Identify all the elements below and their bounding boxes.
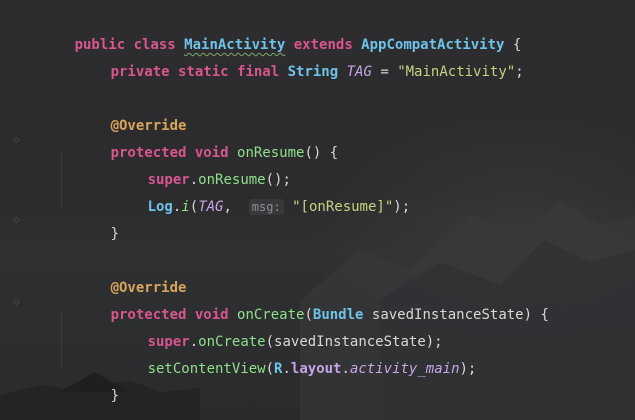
code-line-close-brace[interactable]: } (60, 369, 119, 404)
punctuation-token: ); (459, 361, 477, 377)
code-line-annotation[interactable]: @Override (60, 99, 187, 134)
code-line-method-onresume[interactable]: protected void onResume() { (60, 126, 339, 161)
class-name-token[interactable]: String (288, 64, 339, 80)
string-literal-token: "[onResume]" (292, 199, 394, 215)
field-token[interactable]: TAG (198, 199, 223, 215)
code-line-class-declaration[interactable]: public class MainActivity extends AppCom… (24, 18, 522, 53)
field-token[interactable]: layout (291, 361, 342, 377)
field-token[interactable]: TAG (347, 64, 372, 80)
fold-marker-icon[interactable]: ◇ (13, 295, 20, 309)
parameter-hint: msg: (248, 199, 284, 215)
method-call-token[interactable]: i (181, 199, 189, 215)
punctuation-token: , (223, 199, 249, 215)
keyword-token: private static final (110, 64, 288, 80)
punctuation-token: ( (189, 199, 199, 215)
code-line-log-call[interactable]: Log.i(TAG, msg: "[onResume]"); (97, 180, 410, 215)
code-line-super-onresume[interactable]: super.onResume(); (97, 153, 291, 188)
field-token[interactable]: activity_main (350, 361, 460, 377)
code-editor[interactable]: ◇ ◇ ◇ public class MainActivity extends … (0, 0, 635, 420)
plain-token: = (371, 64, 398, 80)
punctuation-token: ); (393, 199, 411, 215)
brace-token: } (110, 388, 120, 404)
code-line-super-oncreate[interactable]: super.onCreate(savedInstanceState); (97, 315, 443, 350)
punctuation-token: . (282, 361, 291, 377)
fold-marker-icon[interactable]: ◇ (13, 213, 20, 227)
string-literal-token: "MainActivity" (397, 64, 516, 80)
fold-marker-icon[interactable]: ◇ (13, 133, 20, 147)
class-name-token[interactable]: Log (148, 199, 173, 215)
punctuation-token: . (341, 361, 350, 377)
code-line-tag-field[interactable]: private static final String TAG = "MainA… (60, 45, 524, 80)
code-line-annotation[interactable]: @Override (60, 261, 187, 296)
punctuation-token: () { (304, 145, 339, 161)
code-line-method-oncreate[interactable]: protected void onCreate(Bundle savedInst… (60, 288, 549, 323)
punctuation-token: ; (515, 64, 524, 80)
code-line-close-brace[interactable]: } (60, 207, 119, 242)
method-call-token[interactable]: setContentView (148, 361, 266, 377)
punctuation-token: ( (265, 361, 275, 377)
brace-token: } (110, 226, 120, 242)
code-line-set-content-view[interactable]: setContentView(R.layout.activity_main); (97, 342, 477, 377)
